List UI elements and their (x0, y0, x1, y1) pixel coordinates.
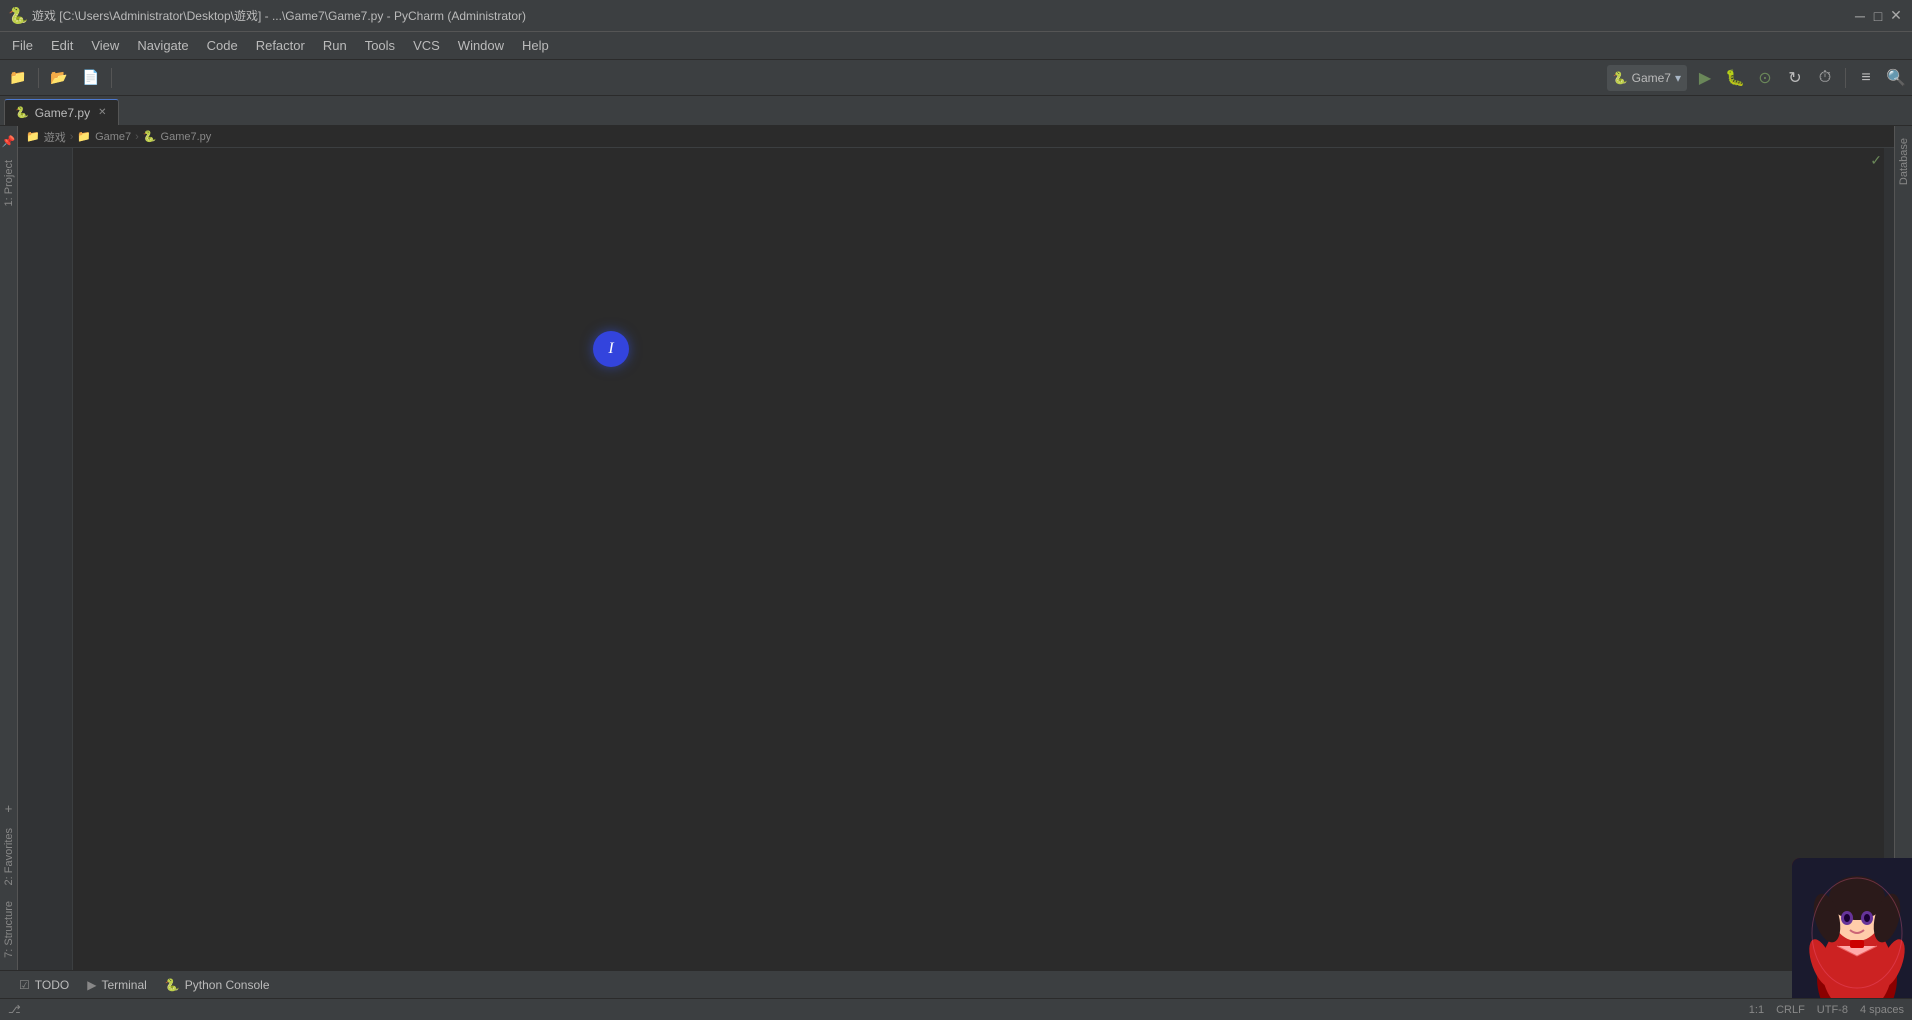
run-config-selector[interactable]: 🐍 Game7 ▾ (1607, 65, 1687, 91)
run-config-name: Game7 (1632, 71, 1671, 85)
sidebar-pin-icon[interactable]: 📌 (0, 130, 20, 152)
debug-button[interactable]: 🐛 (1723, 66, 1747, 90)
run-config-dropdown-icon: ▾ (1675, 71, 1681, 85)
menu-code[interactable]: Code (199, 34, 246, 57)
editor-scrollbar[interactable] (1884, 148, 1894, 970)
menu-window[interactable]: Window (450, 34, 512, 57)
run-config-icon: 🐍 (1613, 71, 1628, 85)
breadcrumb-folder-icon: 📁 (26, 130, 40, 143)
search-everywhere-button[interactable]: 🔍 (1884, 66, 1908, 90)
toolbar-separator-3 (1845, 68, 1846, 88)
bottom-tab-terminal[interactable]: ▶ Terminal (79, 973, 155, 997)
more-toolbar-button[interactable]: ≡ (1854, 66, 1878, 90)
cursor-circle: I (593, 331, 629, 367)
menu-file[interactable]: File (4, 34, 41, 57)
sidebar-favorites-tab[interactable]: 2: Favorites (1, 820, 17, 893)
breadcrumb-root[interactable]: 遊戏 (44, 129, 66, 145)
inspection-ok-icon[interactable]: ✓ (1870, 152, 1882, 169)
title-bar: 🐍 遊戏 [C:\Users\Administrator\Desktop\遊戏]… (0, 0, 1912, 32)
app-icon: 🐍 (8, 6, 28, 26)
right-sidebar: Database SCV (1894, 126, 1912, 970)
menu-navigate[interactable]: Navigate (129, 34, 196, 57)
toolbar-separator-1 (38, 68, 39, 88)
bottom-tab-todo[interactable]: ☑ TODO (4, 973, 77, 997)
reload-button[interactable]: ↻ (1783, 66, 1807, 90)
title-text: 遊戏 [C:\Users\Administrator\Desktop\遊戏] -… (32, 7, 526, 24)
folder-icon[interactable]: 📁 (4, 64, 32, 92)
profile-button[interactable]: ⏱ (1813, 66, 1837, 90)
breadcrumb-sep-2: › (135, 131, 139, 143)
main-layout: 📌 1: Project + 2: Favorites 7: Structure… (0, 126, 1912, 970)
run-button[interactable]: ▶ (1693, 66, 1717, 90)
menu-view[interactable]: View (83, 34, 127, 57)
breadcrumb: 📁 遊戏 › 📁 Game7 › 🐍 Game7.py (18, 126, 1894, 148)
git-branch-icon: ⎇ (8, 1004, 21, 1016)
title-bar-controls: ─ □ ✕ (1852, 9, 1904, 23)
toolbar-file[interactable]: 📄 (77, 64, 105, 92)
tab-close-button[interactable]: ✕ (96, 106, 108, 119)
todo-label: TODO (35, 978, 69, 992)
tab-game7py[interactable]: 🐍 Game7.py ✕ (4, 99, 119, 125)
python-console-icon: 🐍 (165, 978, 180, 992)
menu-vcs[interactable]: VCS (405, 34, 448, 57)
encoding[interactable]: UTF-8 (1817, 1004, 1848, 1016)
menu-refactor[interactable]: Refactor (248, 34, 313, 57)
tab-label: Game7.py (35, 106, 90, 120)
cursor-position[interactable]: 1:1 (1749, 1004, 1764, 1016)
toolbar-folder-2[interactable]: 📂 (45, 64, 73, 92)
menu-tools[interactable]: Tools (357, 34, 403, 57)
toolbar: 📁 📂 📄 🐍 Game7 ▾ ▶ 🐛 ⊙ ↻ ⏱ ≡ 🔍 (0, 60, 1912, 96)
status-bar-right: 1:1 CRLF UTF-8 4 spaces (1749, 1004, 1904, 1016)
run-with-coverage-button[interactable]: ⊙ (1753, 66, 1777, 90)
left-vertical-tabs: 📌 1: Project + 2: Favorites 7: Structure (0, 126, 18, 970)
tab-bar: 🐍 Game7.py ✕ (0, 96, 1912, 126)
sidebar-project-tab[interactable]: 1: Project (1, 152, 17, 214)
breadcrumb-sep-1: › (70, 131, 74, 143)
breadcrumb-folder[interactable]: 📁 (77, 130, 91, 143)
indent[interactable]: 4 spaces (1860, 1004, 1904, 1016)
sidebar-add-icon[interactable]: + (0, 798, 20, 820)
terminal-icon: ▶ (87, 978, 96, 992)
close-button[interactable]: ✕ (1888, 9, 1904, 23)
menu-bar: File Edit View Navigate Code Refactor Ru… (0, 32, 1912, 60)
python-console-label: Python Console (185, 978, 270, 992)
title-bar-left: 🐍 遊戏 [C:\Users\Administrator\Desktop\遊戏]… (8, 6, 526, 26)
breadcrumb-file[interactable]: Game7.py (161, 131, 212, 143)
right-tab-database[interactable]: Database (1896, 130, 1912, 193)
breadcrumb-game7[interactable]: Game7 (95, 131, 131, 143)
menu-run[interactable]: Run (315, 34, 355, 57)
breadcrumb-file-icon: 🐍 (143, 130, 157, 143)
todo-icon: ☑ (19, 978, 30, 992)
editor-area[interactable]: 📁 遊戏 › 📁 Game7 › 🐍 Game7.py I ✓ (18, 126, 1894, 970)
terminal-label: Terminal (101, 978, 146, 992)
menu-edit[interactable]: Edit (43, 34, 81, 57)
minimize-button[interactable]: ─ (1852, 9, 1868, 23)
sidebar-structure-tab[interactable]: 7: Structure (1, 893, 17, 966)
menu-help[interactable]: Help (514, 34, 557, 57)
line-separator[interactable]: CRLF (1776, 1004, 1805, 1016)
status-bar-left: ⎇ (8, 1003, 25, 1016)
bottom-tab-python-console[interactable]: 🐍 Python Console (157, 973, 278, 997)
status-bar: ⎇ 1:1 CRLF UTF-8 4 spaces (0, 998, 1912, 1020)
python-file-icon: 🐍 (15, 106, 29, 119)
maximize-button[interactable]: □ (1870, 9, 1886, 23)
bottom-tool-bar: ☑ TODO ▶ Terminal 🐍 Python Console (0, 970, 1912, 998)
right-tab-scv[interactable]: SCV (1896, 927, 1912, 966)
cursor-char: I (608, 340, 613, 358)
toolbar-separator-2 (111, 68, 112, 88)
editor-gutter (18, 148, 73, 970)
editor-content[interactable] (73, 148, 1884, 970)
